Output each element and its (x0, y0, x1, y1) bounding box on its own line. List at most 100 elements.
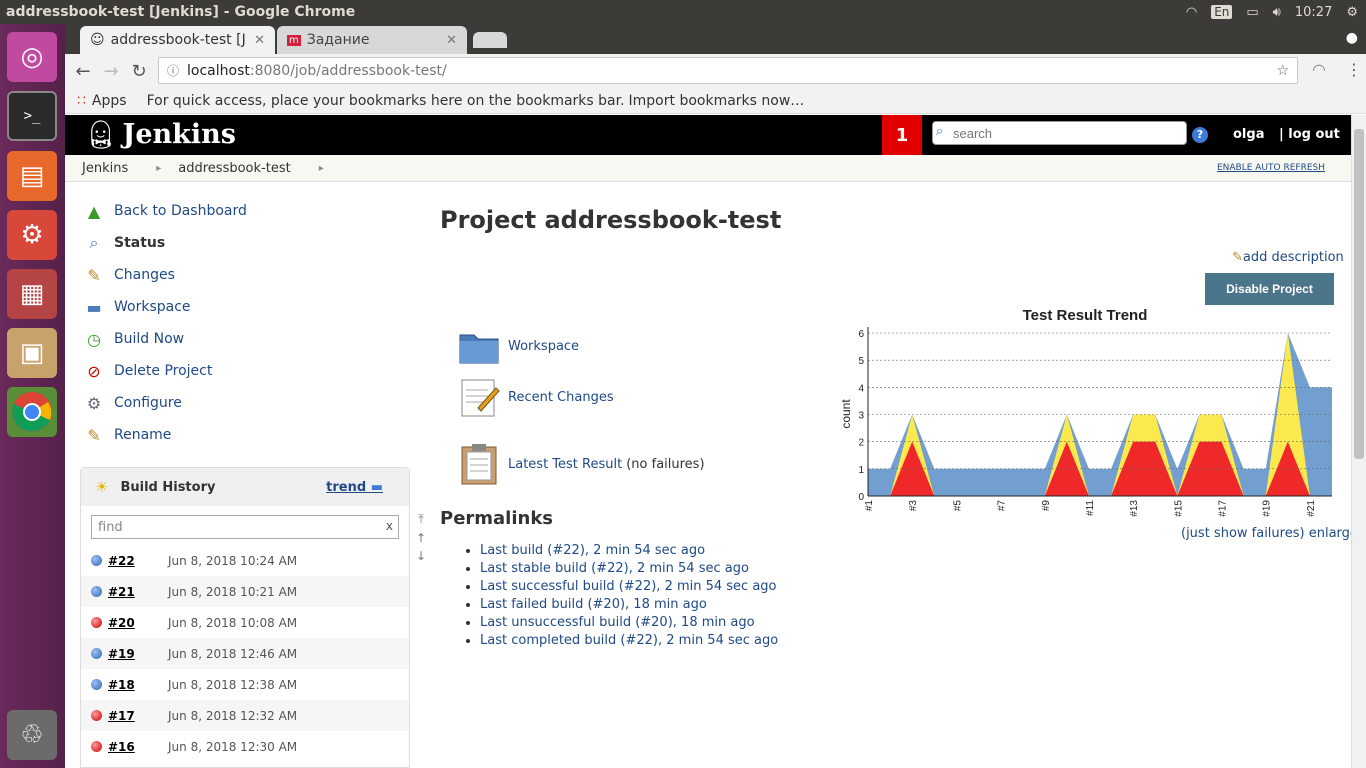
apps-grid-icon[interactable]: ∷ (77, 93, 86, 109)
close-tab-icon[interactable]: ✕ (254, 33, 265, 48)
task-label[interactable]: Status (114, 235, 165, 251)
build-date[interactable]: Jun 8, 2018 12:32 AM (168, 709, 297, 723)
volume-icon[interactable]: 🔊︎ (1273, 5, 1281, 20)
jenkins-logo[interactable]: 🤵︎ Jenkins (83, 118, 236, 151)
task-label[interactable]: Back to Dashboard (114, 203, 247, 219)
task-rename[interactable]: ✎ Rename (80, 419, 410, 451)
build-row: #17 Jun 8, 2018 12:32 AM (81, 700, 409, 731)
notification-badge[interactable]: 1 (882, 115, 922, 155)
build-filter-input[interactable]: find x (91, 515, 399, 539)
scroll-down-icon[interactable]: ↓ (416, 549, 426, 563)
search-input[interactable] (953, 125, 1173, 141)
permalink-last-failed-build[interactable]: Last failed build (#20), 18 min ago (480, 597, 707, 612)
import-bookmarks-link[interactable]: Import bookmarks now… (629, 93, 805, 109)
clock[interactable]: 10:27 (1295, 5, 1332, 20)
menu-dots-icon[interactable]: ⋮ (1346, 60, 1362, 79)
file-cabinet-icon[interactable]: ▦ (7, 269, 57, 319)
reload-icon[interactable]: ↻ (125, 61, 153, 82)
build-number-link[interactable]: #21 (108, 585, 168, 599)
task-configure[interactable]: ⚙ Configure (80, 387, 410, 419)
breadcrumb-project[interactable]: addressbook-test (178, 161, 290, 176)
tab-zadanie[interactable]: m Задание ✕ (277, 26, 467, 54)
build-date[interactable]: Jun 8, 2018 10:24 AM (168, 554, 297, 568)
build-date[interactable]: Jun 8, 2018 12:46 AM (168, 647, 297, 661)
y-tick-label: 5 (858, 356, 864, 367)
scroll-up-icon[interactable]: ↑ (416, 531, 426, 545)
task-back-to-dashboard[interactable]: ▲ Back to Dashboard (80, 195, 410, 227)
new-tab-button[interactable] (473, 32, 507, 48)
build-number-link[interactable]: #22 (108, 554, 168, 568)
trash-icon[interactable]: ♲ (7, 710, 57, 760)
build-number-link[interactable]: #19 (108, 647, 168, 661)
build-date[interactable]: Jun 8, 2018 12:38 AM (168, 678, 297, 692)
enable-auto-refresh-link[interactable]: ENABLE AUTO REFRESH (1217, 163, 1325, 173)
ubuntu-dash-icon[interactable]: ◎ (7, 32, 57, 82)
breadcrumb-separator-icon[interactable]: ▸ (319, 163, 324, 174)
just-show-failures-link[interactable]: (just show failures) (1181, 526, 1305, 541)
scroll-top-icon[interactable]: ⤒ (418, 512, 423, 527)
task-changes[interactable]: ✎ Changes (80, 259, 410, 291)
battery-icon[interactable]: ▭ (1246, 5, 1258, 20)
task-label[interactable]: Delete Project (114, 363, 212, 379)
address-bar[interactable]: ⓘ localhost:8080/job/addressbook-test/ ☆ (158, 57, 1298, 84)
page-scrollbar[interactable] (1351, 115, 1366, 768)
build-date[interactable]: Jun 8, 2018 12:30 AM (168, 740, 297, 754)
terminal-icon[interactable]: >_ (7, 91, 57, 141)
task-label[interactable]: Build Now (114, 331, 184, 347)
build-number-link[interactable]: #16 (108, 740, 168, 754)
permalink-last-stable-build[interactable]: Last stable build (#22), 2 min 54 sec ag… (480, 561, 749, 576)
build-number-link[interactable]: #18 (108, 678, 168, 692)
permalink-last-completed-build[interactable]: Last completed build (#22), 2 min 54 sec… (480, 633, 778, 648)
trend-link[interactable]: trend ▬ (326, 480, 383, 495)
bookmark-star-icon[interactable]: ☆ (1276, 63, 1289, 79)
close-tab-icon[interactable]: ✕ (446, 33, 457, 48)
permalink-last-successful-build[interactable]: Last successful build (#22), 2 min 54 se… (480, 579, 777, 594)
keyboard-layout-indicator[interactable]: En (1211, 5, 1233, 19)
wifi-icon[interactable]: ◠ (1186, 5, 1197, 20)
search-box[interactable]: ⌕ (932, 121, 1187, 145)
add-description-label[interactable]: add description (1243, 250, 1344, 265)
extension-icon[interactable]: ◠ (1312, 60, 1326, 79)
task-label[interactable]: Rename (114, 427, 171, 443)
apps-link[interactable]: Apps (92, 93, 127, 109)
info-icon[interactable]: ⓘ (167, 62, 179, 79)
tab-jenkins[interactable]: ☺ addressbook-test [J ✕ (80, 26, 275, 54)
trend-label[interactable]: trend (326, 480, 366, 495)
latest-test-result-link[interactable]: Latest Test Result (508, 457, 622, 472)
minus-icon[interactable]: ▬ (371, 480, 383, 495)
build-date[interactable]: Jun 8, 2018 10:08 AM (168, 616, 297, 630)
permalink-last-unsuccessful-build[interactable]: Last unsuccessful build (#20), 18 min ag… (480, 615, 755, 630)
system-settings-icon[interactable]: ⚙ (7, 210, 57, 260)
archive-box-icon[interactable]: ▣ (7, 328, 57, 378)
add-description-link[interactable]: ✎add description (1232, 250, 1344, 265)
test-result-trend-chart[interactable]: Test Result Trendcount0123456#1 #3 #5 #7 #9 #… (838, 300, 1338, 530)
workspace-link[interactable]: Workspace (508, 339, 579, 354)
recent-changes-link[interactable]: Recent Changes (508, 390, 614, 405)
build-number-link[interactable]: #20 (108, 616, 168, 630)
task-label[interactable]: Changes (114, 267, 175, 283)
back-arrow-icon[interactable]: ← (69, 61, 97, 82)
task-build-now[interactable]: ◷ Build Now (80, 323, 410, 355)
task-status[interactable]: ⌕ Status (80, 227, 410, 259)
build-date[interactable]: Jun 8, 2018 10:21 AM (168, 585, 297, 599)
clear-filter-icon[interactable]: x (386, 519, 393, 533)
settings-gear-icon[interactable]: ⚙ (1346, 5, 1358, 20)
permalink-last-build[interactable]: Last build (#22), 2 min 54 sec ago (480, 543, 705, 558)
x-tick-label: #11 (1085, 500, 1096, 516)
breadcrumb-jenkins[interactable]: Jenkins (82, 161, 128, 176)
task-label[interactable]: Configure (114, 395, 182, 411)
build-number-link[interactable]: #17 (108, 709, 168, 723)
files-folder-icon[interactable]: ▤ (7, 151, 57, 201)
logout-link[interactable]: | log out (1279, 127, 1340, 142)
forward-arrow-icon[interactable]: → (97, 61, 125, 82)
task-delete-project[interactable]: ⊘ Delete Project (80, 355, 410, 387)
breadcrumb-separator-icon[interactable]: ▸ (156, 163, 161, 174)
task-workspace[interactable]: ▬ Workspace (80, 291, 410, 323)
user-link[interactable]: olga (1233, 127, 1264, 142)
help-icon[interactable]: ? (1192, 127, 1208, 143)
gear-icon: ⚙ (86, 393, 102, 413)
task-label[interactable]: Workspace (114, 299, 191, 315)
profile-icon[interactable]: ● (1346, 30, 1358, 46)
chrome-icon[interactable] (7, 387, 57, 437)
scrollbar-thumb[interactable] (1354, 129, 1364, 459)
